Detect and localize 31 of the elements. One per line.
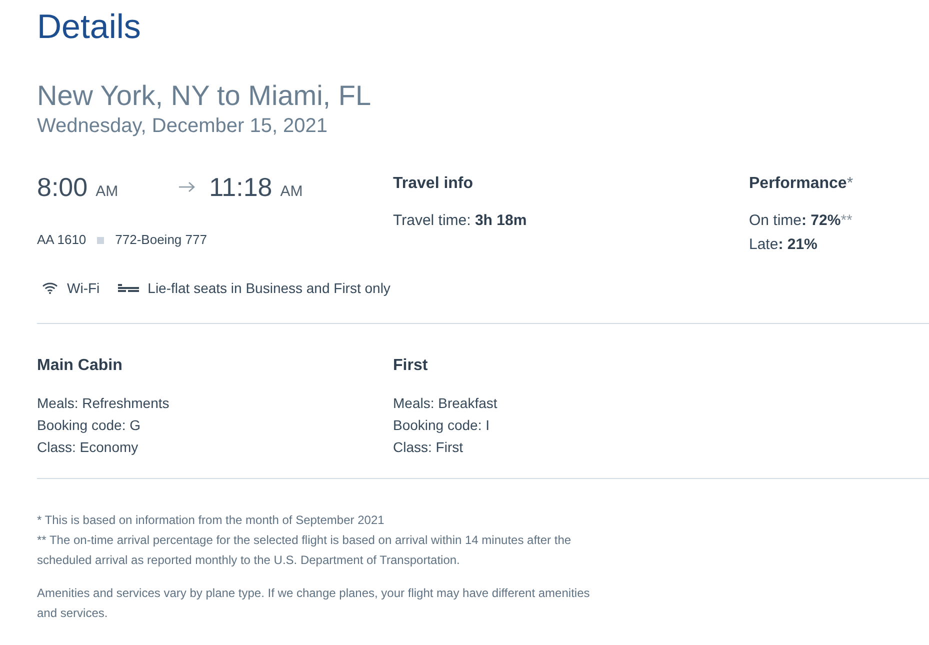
- amenity-label: Wi-Fi: [67, 279, 100, 298]
- cabin-detail: Booking code: G: [37, 416, 141, 435]
- cabin-detail: Meals: Refreshments: [37, 394, 170, 413]
- cabin-detail: Meals: Breakfast: [393, 394, 498, 413]
- aircraft-type: 772-Boeing 777: [115, 231, 207, 249]
- travel-time-text: Travel time: 3h 18m: [393, 211, 527, 231]
- cabin-name: Main Cabin: [37, 356, 122, 376]
- footnote-text: * This is based on information from the month of September 2021: [37, 512, 386, 529]
- departure-period: AM: [96, 183, 118, 200]
- footnote-text: Amenities and services vary by plane type. If we change planes, your flight may have different amenities and services.: [37, 585, 591, 622]
- separator-square-icon: [97, 236, 104, 244]
- travel-info-heading: Travel info: [393, 174, 474, 194]
- arrival-period: AM: [280, 183, 303, 200]
- cabin-detail: Class: First: [393, 438, 463, 457]
- performance-heading: Performance*: [749, 174, 854, 194]
- arrival-time: 11:18: [209, 172, 272, 202]
- arrow-right-icon: [178, 181, 196, 193]
- flight-number: AA 1610: [37, 231, 86, 249]
- departure-time: 8:00: [37, 172, 88, 202]
- flight-date: Wednesday, December 15, 2021: [37, 114, 328, 138]
- amenity-label: Lie-flat seats in Business and First only: [148, 279, 390, 298]
- wifi-icon: [42, 282, 58, 294]
- cabin-detail: Booking code: I: [393, 416, 490, 435]
- footnote-text: ** The on-time arrival percentage for the selected flight is based on arrival within 14 minutes after the scheduled arrival as reported monthly to the U.S. Department of Transportation.: [37, 532, 572, 569]
- performance-stat: Late: 21%: [749, 235, 818, 255]
- lie-flat-seat-icon: [118, 284, 139, 292]
- performance-stat: On time: 72%**: [749, 211, 852, 231]
- cabin-detail: Class: Economy: [37, 438, 138, 457]
- route-title: New York, NY to Miami, FL: [37, 80, 372, 112]
- cabin-name: First: [393, 356, 428, 376]
- page-title: Details: [37, 7, 141, 47]
